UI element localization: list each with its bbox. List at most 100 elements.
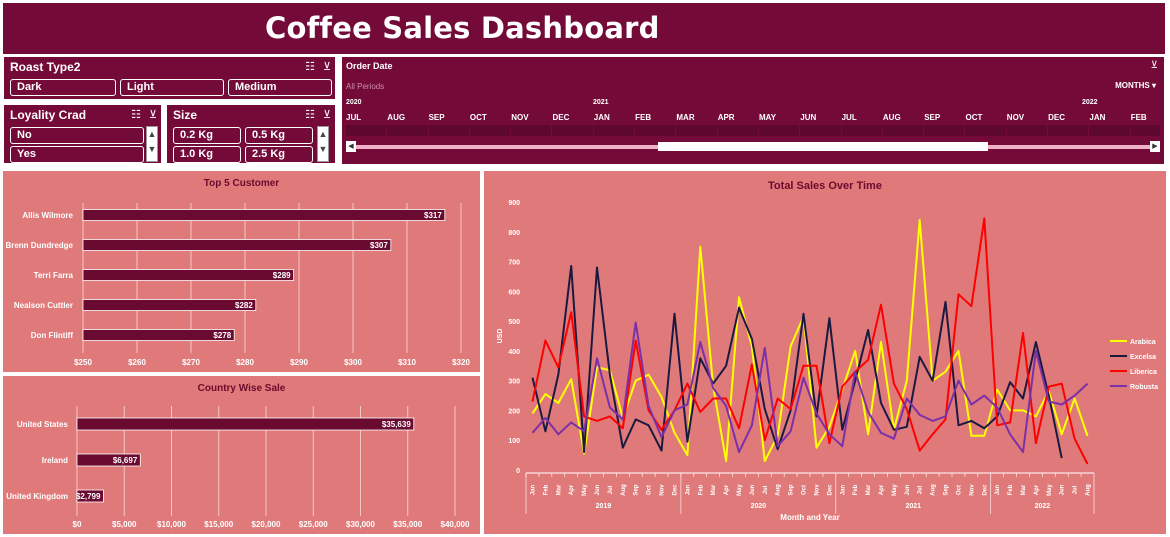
clear-filter-icon[interactable]: ⊻ (1151, 60, 1158, 71)
multi-select-icon[interactable]: ☷ (305, 60, 315, 73)
size-chip-1-0[interactable]: 1.0 Kg (173, 146, 241, 163)
timeline-cell[interactable] (718, 125, 759, 136)
loyalty-chip-yes[interactable]: Yes (10, 146, 144, 163)
timeline-cell[interactable] (924, 125, 966, 136)
timeline-month[interactable]: OCT (966, 113, 1006, 122)
timeline-month[interactable]: AUG (883, 113, 923, 122)
top-customers-chart: $250 $260 $270 $280 $290 $300 $310 $320 Allis Wi… (5, 203, 470, 367)
size-slicer-header: Size (173, 108, 198, 122)
x-tick-label: $40,000 (441, 520, 470, 529)
multi-select-icon[interactable]: ☷ (305, 108, 315, 121)
loyalty-scrollbar[interactable]: ▲ ▼ (146, 126, 158, 162)
x-tick-label: Jan (840, 484, 846, 495)
scroll-up-icon[interactable]: ▲ (318, 127, 328, 142)
x-tick-label: May (1047, 484, 1053, 496)
timeline-month[interactable]: JUN (800, 113, 840, 122)
timeline-cell[interactable] (676, 125, 718, 136)
timeline-cell[interactable] (1089, 125, 1131, 136)
timeline-month[interactable]: JAN (1089, 113, 1129, 122)
timeline-cell[interactable] (387, 125, 429, 136)
roast-chip-dark[interactable]: Dark (10, 79, 116, 96)
timeline-month[interactable]: JUL (346, 113, 386, 122)
timeline-month[interactable]: JAN (594, 113, 634, 122)
timeline-cell[interactable] (883, 125, 925, 136)
roast-chip-medium[interactable]: Medium (228, 79, 332, 96)
timeline-month[interactable]: AUG (387, 113, 427, 122)
timeline-cell[interactable] (842, 125, 883, 136)
data-label: $2,799 (76, 492, 101, 501)
timeline-month[interactable]: OCT (470, 113, 510, 122)
timeline-cell[interactable] (1048, 125, 1090, 136)
timeline-month[interactable]: MAY (759, 113, 799, 122)
timeline-month[interactable]: NOV (1007, 113, 1047, 122)
timeline-cell[interactable] (759, 125, 801, 136)
size-scrollbar[interactable]: ▲ ▼ (317, 126, 329, 162)
x-tick-label: $300 (344, 358, 362, 367)
timeline-cell[interactable] (470, 125, 512, 136)
bar (82, 329, 235, 341)
timeline-month[interactable]: JUL (842, 113, 882, 122)
timeline-month[interactable]: FEB (635, 113, 675, 122)
legend-label: Liberica (1130, 369, 1157, 376)
x-tick-label: May (582, 484, 588, 496)
size-chip-2-5[interactable]: 2.5 Kg (245, 146, 313, 163)
timeline-month[interactable]: APR (718, 113, 758, 122)
scroll-down-icon[interactable]: ▼ (318, 142, 328, 157)
year-label: 2022 (1035, 503, 1051, 510)
data-label: $278 (213, 331, 231, 340)
country-sales-panel: Country Wise Sale $0 $5,000 $10,000 $15,000… (3, 376, 480, 534)
timeline-cell[interactable] (635, 125, 677, 136)
roast-chip-light[interactable]: Light (120, 79, 224, 96)
year-label: 2019 (596, 503, 612, 510)
timeline-scrollbar[interactable]: ◀ ▶ (346, 141, 1160, 152)
timeline-cell[interactable] (553, 125, 594, 136)
x-tick-label: Dec (827, 484, 833, 496)
roast-slicer-header: Roast Type2 (10, 60, 81, 74)
timeline-month[interactable]: MAR (676, 113, 716, 122)
x-tick-label: $20,000 (252, 520, 281, 529)
x-tick-label: Dec (672, 484, 678, 496)
x-tick-label: Feb (543, 484, 549, 495)
x-tick-label: $10,000 (157, 520, 186, 529)
x-tick-label: Feb (853, 484, 859, 495)
x-tick-label: Jan (530, 484, 536, 495)
multi-select-icon[interactable]: ☷ (131, 108, 141, 121)
x-tick-label: Jun (1060, 484, 1066, 495)
timeline-cell[interactable] (800, 125, 842, 136)
clear-filter-icon[interactable]: ⊻ (149, 108, 157, 121)
x-tick-label: Oct (956, 485, 962, 495)
scroll-left-icon[interactable]: ◀ (346, 141, 356, 152)
scroll-down-icon[interactable]: ▼ (147, 142, 157, 157)
timeline-cell[interactable] (966, 125, 1007, 136)
timeline-cell[interactable] (429, 125, 470, 136)
timeline-month[interactable]: DEC (1048, 113, 1088, 122)
timeline-cell[interactable] (346, 125, 388, 136)
timeline-month[interactable]: FEB (1131, 113, 1170, 122)
timeline-month[interactable]: NOV (511, 113, 551, 122)
scroll-right-icon[interactable]: ▶ (1150, 141, 1160, 152)
timeline-cell[interactable] (1131, 125, 1170, 136)
size-chip-0-2[interactable]: 0.2 Kg (173, 127, 241, 144)
timeline-month[interactable]: DEC (553, 113, 593, 122)
timeline-period-bar[interactable] (346, 125, 1160, 136)
category-label: Don Flintiff (31, 331, 74, 340)
timeline-scroll-thumb[interactable] (658, 142, 988, 151)
legend-label: Arabica (1130, 339, 1156, 346)
timeline-cell[interactable] (1007, 125, 1049, 136)
size-slicer: Size ☷ ⊻ 0.2 Kg 0.5 Kg 1.0 Kg 2.5 Kg ▲ ▼ (166, 104, 336, 164)
timeline-cell[interactable] (511, 125, 553, 136)
x-tick-label: $5,000 (112, 520, 137, 529)
timeline-level-dropdown[interactable]: MONTHS ▾ (1115, 81, 1156, 90)
timeline-month[interactable]: SEP (924, 113, 964, 122)
timeline-month[interactable]: SEP (429, 113, 469, 122)
size-chip-0-5[interactable]: 0.5 Kg (245, 127, 313, 144)
x-tick-label: Nov (969, 484, 975, 496)
clear-filter-icon[interactable]: ⊻ (323, 108, 331, 121)
scroll-up-icon[interactable]: ▲ (147, 127, 157, 142)
loyalty-chip-no[interactable]: No (10, 127, 144, 144)
x-tick-label: $310 (398, 358, 416, 367)
x-tick-label: $260 (128, 358, 146, 367)
timeline-cell[interactable] (594, 125, 636, 136)
clear-filter-icon[interactable]: ⊻ (323, 60, 331, 73)
dashboard-title: Coffee Sales Dashboard (265, 11, 660, 45)
